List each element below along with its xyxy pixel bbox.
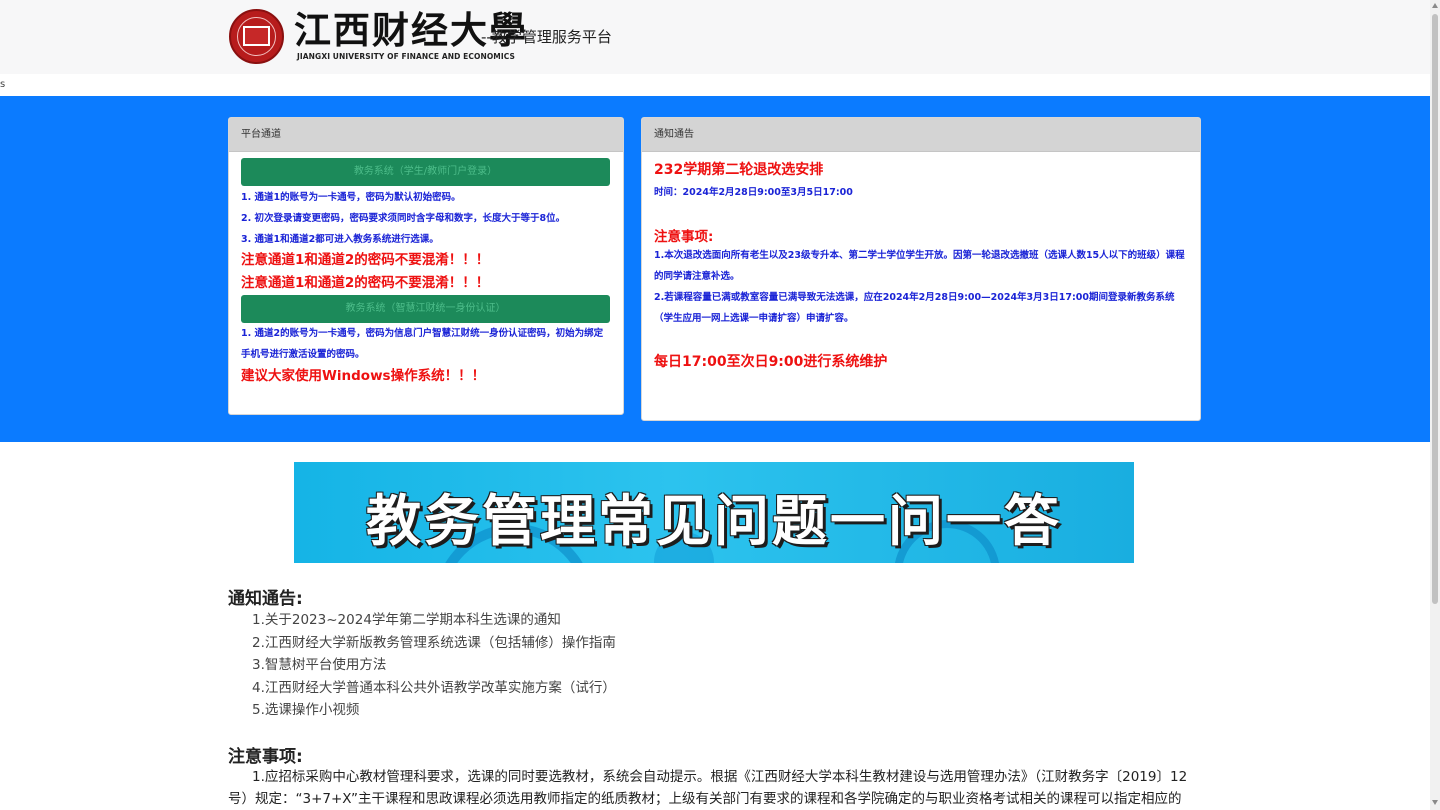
notice-link-1[interactable]: 1.关于2023~2024学年第二学期本科生选课的通知 [252,609,616,632]
channel1-note-3: 3. 通道1和通道2都可进入教务系统进行选课。 [241,234,439,245]
notice-items: 1.本次退改选面向所有老生以及23级专升本、第二学士学位学生开放。因第一轮退改选… [654,245,1189,329]
notice-item-2: 2.若课程容量已满或教室容量已满导致无法选课，应在2024年2月28日9:00—… [654,292,1175,324]
channel2-login-button[interactable]: 教务系统（智慧江财统一身份认证） [241,295,610,323]
site-header: 江西财经大學 JIANGXI UNIVERSITY OF FINANCE AND… [0,0,1440,74]
notice-link-4[interactable]: 4.江西财经大学普通本科公共外语教学改革实施方案（试行） [252,677,616,700]
notice-link-2[interactable]: 2.江西财经大学新版教务管理系统选课（包括辅修）操作指南 [252,632,616,655]
platform-panel-title: 平台通道 [229,118,623,152]
password-warning-2: 注意通道1和通道2的密码不要混淆！！！ [241,275,490,291]
university-name-en: JIANGXI UNIVERSITY OF FINANCE AND ECONOM… [297,52,516,61]
seal-emblem [243,26,270,46]
page-scrollbar[interactable] [1430,0,1440,810]
scrollbar-thumb[interactable] [1432,14,1438,604]
notice-link-5[interactable]: 5.选课操作小视频 [252,699,616,722]
channel2-note-2: 手机号进行激活设置的密码。 [241,349,365,360]
notice-panel-title: 通知通告 [642,118,1200,152]
notices-section-title: 通知通告: [228,589,303,609]
maintenance-notice: 每日17:00至次日9:00进行系统维护 [654,354,888,370]
notice-panel: 通知通告 232学期第二轮退改选安排 时间：2024年2月28日9:00至3月5… [641,117,1201,421]
notice-link-list: 1.关于2023~2024学年第二学期本科生选课的通知 2.江西财经大学新版教务… [252,609,616,722]
portal-band: 平台通道 教务系统（学生/教师门户登录） 1. 通道1的账号为一卡通号，密码为默… [0,96,1430,442]
attention-text: 1.应招标采购中心教材管理科要求，选课的同时要选教材，系统会自动提示。根据《江西… [228,769,1188,807]
channel2-note-1: 1. 通道2的账号为一卡通号，密码为信息门户智慧江财统一身份认证密码，初始为绑定 [241,328,604,339]
channel1-note-2: 2. 初次登录请变更密码，密码要求须同时含字母和数字，长度大于等于8位。 [241,213,566,224]
windows-os-tip: 建议大家使用Windows操作系统！！！ [241,368,486,384]
notice-link-3[interactable]: 3.智慧树平台使用方法 [252,654,616,677]
notice-headline: 232学期第二轮退改选安排 [654,162,824,178]
channel1-login-button[interactable]: 教务系统（学生/教师门户登录） [241,158,610,186]
scroll-down-arrow-icon[interactable] [1432,800,1438,805]
notice-item-1: 1.本次退改选面向所有老生以及23级专升本、第二学士学位学生开放。因第一轮退改选… [654,250,1185,282]
password-warning-1: 注意通道1和通道2的密码不要混淆！！！ [241,252,490,268]
notice-attention-heading: 注意事项: [654,229,714,245]
university-seal-logo[interactable] [229,9,284,64]
platform-panel: 平台通道 教务系统（学生/教师门户登录） 1. 通道1的账号为一卡通号，密码为默… [228,117,624,415]
channel1-note-1: 1. 通道1的账号为一卡通号，密码为默认初始密码。 [241,192,461,203]
attention-section-title: 注意事项: [228,747,303,767]
stray-text: s [0,79,6,90]
scroll-up-arrow-icon[interactable] [1432,3,1438,8]
banner-text: 教务管理常见问题一问一答 [365,489,1062,553]
notice-time: 时间：2024年2月28日9:00至3月5日17:00 [654,187,853,198]
faq-banner[interactable]: 教务管理常见问题一问一答 [294,462,1134,563]
platform-subtitle: --教学管理服务平台 [481,28,612,46]
